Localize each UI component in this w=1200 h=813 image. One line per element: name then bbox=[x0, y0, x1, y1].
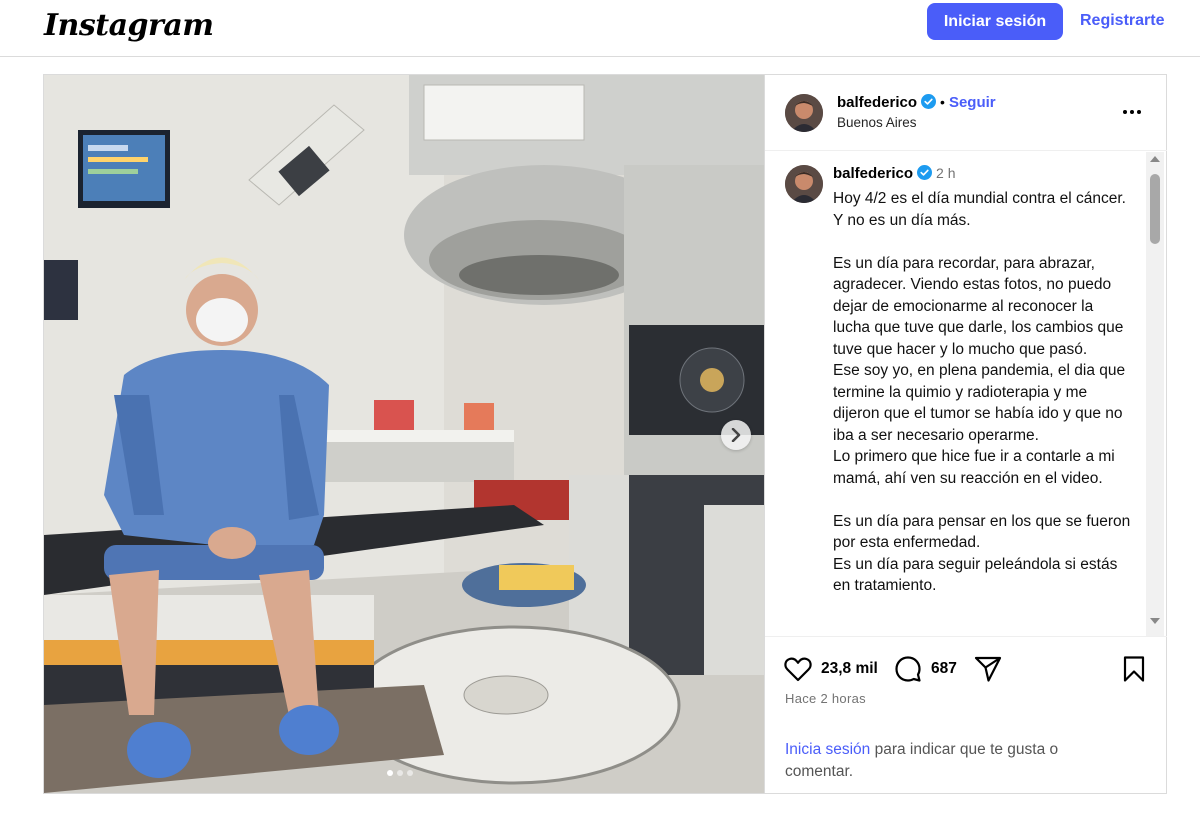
follow-button[interactable]: Seguir bbox=[949, 94, 996, 111]
post-card: balfederico • Seguir Buenos Aires balfeder… bbox=[43, 74, 1167, 794]
likes-count: 23,8 mil bbox=[821, 660, 878, 677]
caption-area: balfederico 2 h Hoy 4/2 es el día mundial… bbox=[765, 152, 1167, 636]
caption-username[interactable]: balfederico bbox=[833, 165, 913, 182]
username[interactable]: balfederico bbox=[837, 94, 917, 111]
avatar-image bbox=[785, 165, 823, 203]
scroll-down-arrow-icon[interactable] bbox=[1150, 618, 1160, 624]
more-options-icon bbox=[1123, 110, 1141, 114]
avatar[interactable] bbox=[785, 165, 823, 203]
more-options-button[interactable] bbox=[1121, 101, 1143, 123]
carousel-dot-active bbox=[387, 770, 393, 776]
caption-text: Hoy 4/2 es el día mundial contra el cánc… bbox=[833, 190, 1131, 594]
post-photo-illustration bbox=[44, 75, 764, 793]
separator-dot: • bbox=[940, 94, 945, 110]
bookmark-icon[interactable] bbox=[1119, 654, 1149, 684]
caption-header: balfederico 2 h bbox=[833, 165, 956, 182]
verified-badge-icon bbox=[917, 165, 933, 180]
heart-icon[interactable] bbox=[783, 654, 813, 684]
top-bar: Instagram Iniciar sesión Registrarte bbox=[0, 0, 1200, 57]
share-icon[interactable] bbox=[973, 654, 1003, 684]
login-prompt-link[interactable]: Inicia sesión bbox=[785, 741, 870, 758]
chevron-right-icon bbox=[731, 428, 741, 442]
location-link[interactable]: Buenos Aires bbox=[837, 115, 917, 130]
avatar-image bbox=[785, 94, 823, 132]
instagram-logo[interactable]: Instagram bbox=[44, 8, 214, 43]
carousel-indicator bbox=[387, 770, 413, 776]
register-link[interactable]: Registrarte bbox=[1080, 12, 1164, 30]
carousel-next-button[interactable] bbox=[721, 420, 751, 450]
scrollbar-thumb[interactable] bbox=[1150, 174, 1160, 244]
comments-count: 687 bbox=[931, 660, 957, 677]
post-header: balfederico • Seguir Buenos Aires bbox=[765, 75, 1167, 151]
post-actions: 23,8 mil 687 Hace 2 horas bbox=[765, 636, 1167, 716]
post-side-panel: balfederico • Seguir Buenos Aires balfeder… bbox=[764, 75, 1167, 793]
scroll-up-arrow-icon[interactable] bbox=[1150, 156, 1160, 162]
login-button[interactable]: Iniciar sesión bbox=[927, 3, 1063, 40]
carousel-dot bbox=[407, 770, 413, 776]
post-photo[interactable] bbox=[44, 75, 764, 793]
verified-badge-icon bbox=[921, 94, 937, 109]
avatar[interactable] bbox=[785, 94, 823, 132]
caption-scrollbar[interactable] bbox=[1146, 152, 1164, 636]
comment-icon[interactable] bbox=[893, 654, 923, 684]
carousel-dot bbox=[397, 770, 403, 776]
posted-time: Hace 2 horas bbox=[785, 691, 866, 706]
login-prompt: Inicia sesión para indicar que te gusta … bbox=[785, 739, 1125, 783]
post-header-user: balfederico • Seguir bbox=[837, 94, 996, 112]
caption-time: 2 h bbox=[936, 165, 956, 181]
